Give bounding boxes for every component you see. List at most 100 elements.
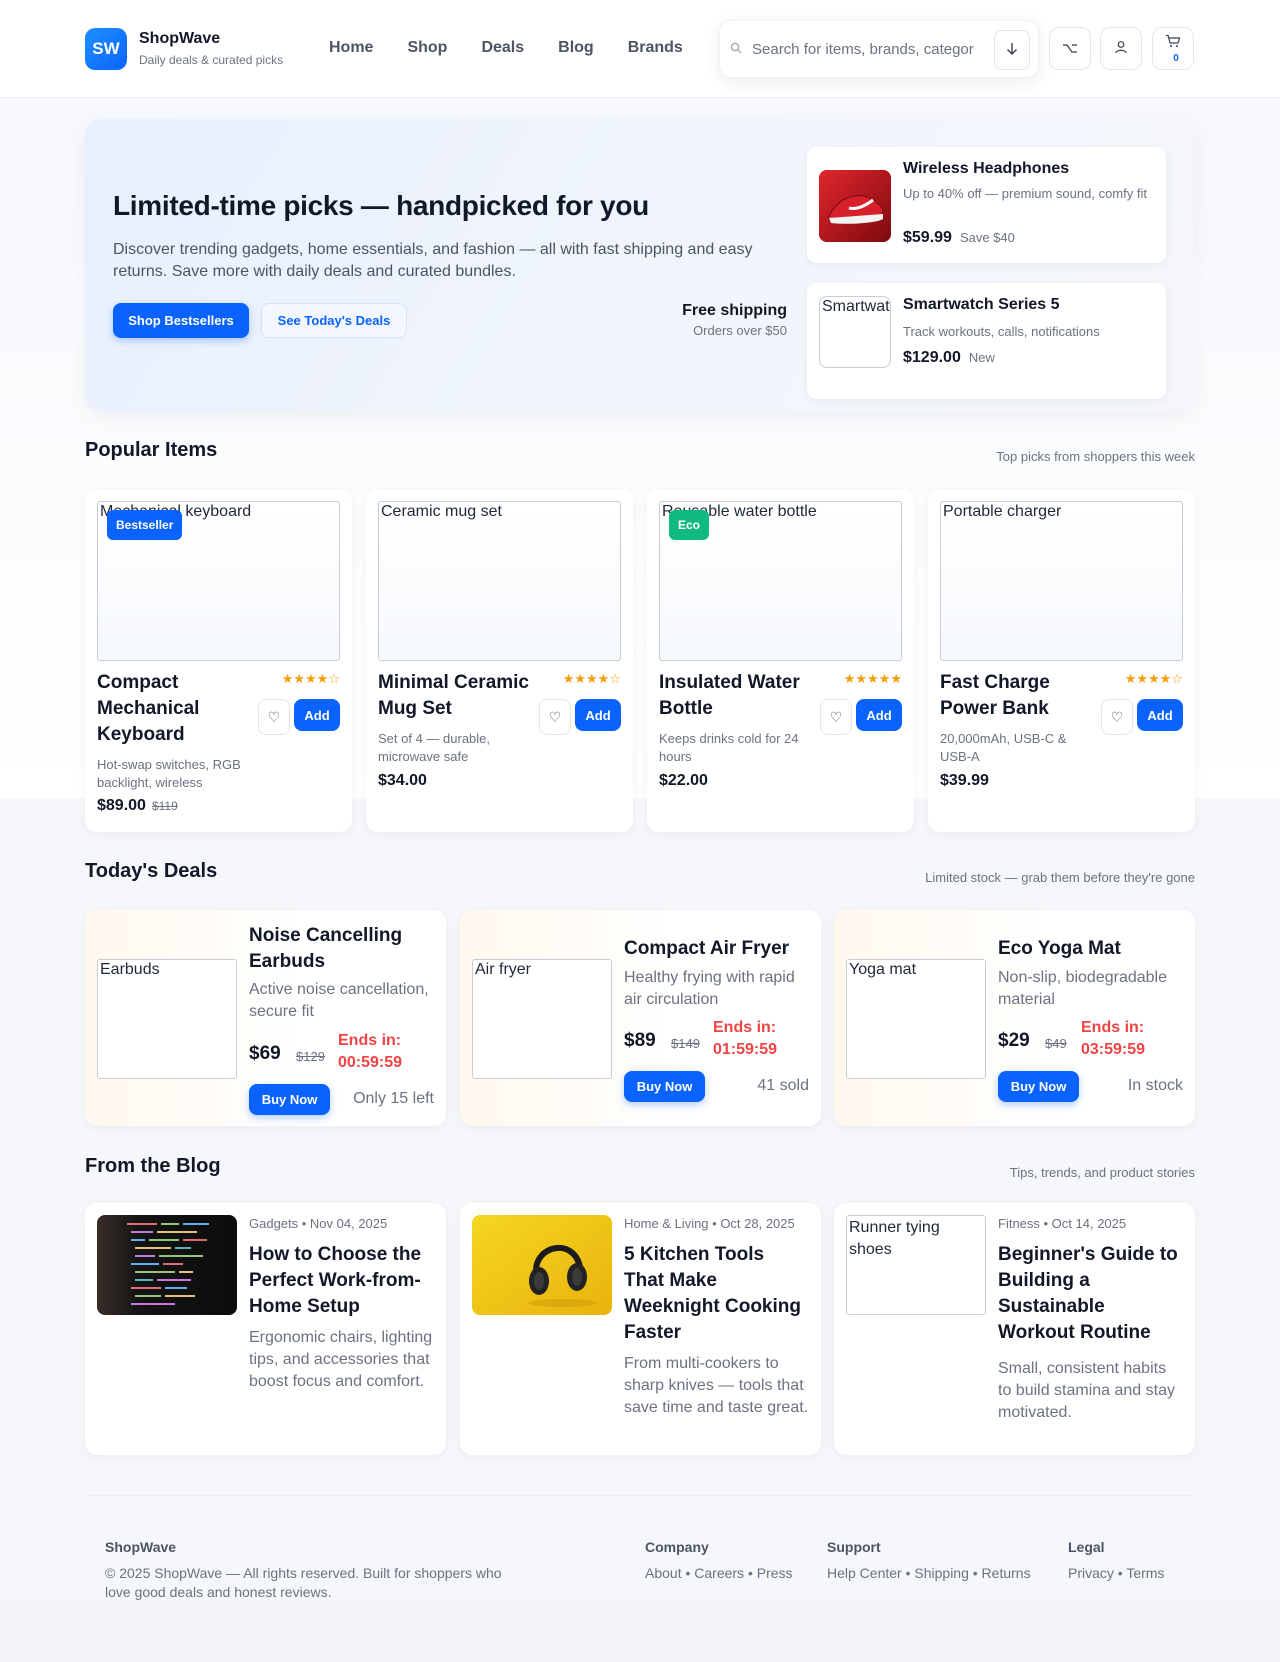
product-name[interactable]: Insulated Water Bottle: [659, 670, 819, 722]
option-icon: [1062, 41, 1078, 57]
blog-title[interactable]: 5 Kitchen Tools That Make Weeknight Cook…: [624, 1242, 809, 1346]
account-button[interactable]: [1100, 27, 1142, 70]
blog-meta: Gadgets • Nov 04, 2025: [249, 1216, 388, 1231]
product-name[interactable]: Compact Mechanical Keyboard: [97, 670, 257, 748]
deal-title[interactable]: Compact Air Fryer: [624, 936, 809, 962]
footer-copyright: © 2025 ShopWave — All rights reserved. B…: [105, 1565, 502, 1600]
footer-brand: ShopWave: [105, 1539, 177, 1555]
blog-section-title: From the Blog: [85, 1155, 221, 1177]
logo[interactable]: SW: [85, 28, 127, 70]
promo-price: $129.00: [903, 349, 961, 366]
footer-links[interactable]: Privacy • Terms: [1068, 1565, 1164, 1581]
nav-shop[interactable]: Shop: [407, 39, 447, 57]
deal-price: $29: [998, 1030, 1030, 1051]
countdown-label: Ends in:: [713, 1019, 777, 1036]
add-to-cart-button[interactable]: Add: [575, 699, 621, 731]
deal-countdown: Ends in: 00:59:59: [338, 1030, 402, 1074]
deal-title[interactable]: Eco Yoga Mat: [998, 936, 1183, 962]
sneaker-image: [819, 170, 891, 242]
deals-section-title: Today's Deals: [85, 860, 218, 882]
nav-blog[interactable]: Blog: [558, 39, 594, 57]
stock-status: In stock: [1127, 1077, 1183, 1094]
add-to-cart-button[interactable]: Add: [856, 699, 902, 731]
buy-now-button[interactable]: Buy Now: [998, 1071, 1079, 1102]
promo-card[interactable]: Smartwatch Smartwatch Series 5 Track wor…: [807, 283, 1166, 399]
see-deals-button[interactable]: See Today's Deals: [261, 303, 407, 338]
headphones-image: [472, 1215, 612, 1315]
product-card[interactable]: Ceramic mug set Minimal Ceramic Mug Set …: [366, 489, 633, 832]
product-card[interactable]: Reusable water bottle Eco Insulated Wate…: [647, 489, 914, 832]
product-description: 20,000mAh, USB-C & USB-A: [940, 731, 1067, 764]
wishlist-button[interactable]: ♡: [258, 699, 290, 735]
add-to-cart-button[interactable]: Add: [1137, 699, 1183, 731]
stock-status: 41 sold: [757, 1077, 809, 1094]
blog-description: Small, consistent habits to build stamin…: [998, 1360, 1175, 1421]
hero-title: Limited-time picks — handpicked for you: [113, 190, 649, 221]
blog-card[interactable]: Gadgets • Nov 04, 2025 How to Choose the…: [85, 1203, 446, 1455]
blog-title[interactable]: How to Choose the Perfect Work-from-Home…: [249, 1242, 434, 1320]
wishlist-button[interactable]: ♡: [820, 699, 852, 735]
wishlist-button[interactable]: ♡: [539, 699, 571, 735]
product-description: Hot-swap switches, RGB backlight, wirele…: [97, 757, 241, 790]
promo-title: Smartwatch Series 5: [903, 296, 1060, 313]
product-card[interactable]: Mechanical keyboard Bestseller Compact M…: [85, 489, 352, 832]
product-price: $39.99: [940, 772, 989, 789]
product-description: Keeps drinks cold for 24 hours: [659, 731, 799, 764]
buy-now-button[interactable]: Buy Now: [249, 1084, 330, 1115]
deal-description: Non-slip, biodegradable material: [998, 969, 1167, 1008]
deal-description: Active noise cancellation, secure fit: [249, 981, 429, 1020]
search-submit-button[interactable]: [994, 30, 1030, 70]
blog-card[interactable]: Home & Living • Oct 28, 2025 5 Kitchen T…: [460, 1203, 821, 1455]
nav-home[interactable]: Home: [329, 39, 373, 57]
deal-image: Air fryer: [472, 959, 612, 1079]
promo-description: Up to 40% off — premium sound, comfy fit: [903, 186, 1147, 201]
deal-countdown: Ends in: 03:59:59: [1081, 1017, 1145, 1061]
deal-title[interactable]: Noise Cancelling Earbuds: [249, 923, 434, 975]
product-name[interactable]: Minimal Ceramic Mug Set: [378, 670, 538, 722]
buy-now-button[interactable]: Buy Now: [624, 1071, 705, 1102]
heart-icon: ♡: [1110, 708, 1124, 725]
free-shipping-title: Free shipping: [682, 302, 787, 319]
deal-card[interactable]: Earbuds Noise Cancelling Earbuds Active …: [85, 910, 446, 1126]
theme-toggle-button[interactable]: [1049, 27, 1091, 70]
deal-card[interactable]: Yoga mat Eco Yoga Mat Non-slip, biodegra…: [834, 910, 1195, 1126]
brand-tagline: Daily deals & curated picks: [139, 53, 284, 67]
nav-deals[interactable]: Deals: [481, 39, 524, 57]
footer-links[interactable]: About • Careers • Press: [645, 1565, 793, 1581]
brand-name[interactable]: ShopWave: [139, 30, 220, 48]
product-name[interactable]: Fast Charge Power Bank: [940, 670, 1100, 722]
blog-description: From multi-cookers to sharp knives — too…: [624, 1355, 809, 1416]
heart-icon: ♡: [829, 708, 843, 725]
deal-card[interactable]: Air fryer Compact Air Fryer Healthy fryi…: [460, 910, 821, 1126]
deals-section-subtitle: Limited stock — grab them before they're…: [925, 870, 1195, 885]
countdown-label: Ends in:: [338, 1032, 402, 1049]
blog-card[interactable]: Runner tying shoes Fitness • Oct 14, 202…: [834, 1203, 1195, 1455]
wishlist-button[interactable]: ♡: [1101, 699, 1133, 735]
stock-status: Only 15 left: [353, 1090, 434, 1107]
hero-subtitle: Discover trending gadgets, home essentia…: [113, 241, 753, 280]
deal-description: Healthy frying with rapid air circulatio…: [624, 969, 795, 1008]
popular-section-title: Popular Items: [85, 439, 218, 461]
promo-note: Save $40: [959, 230, 1015, 245]
countdown-time: 03:59:59: [1081, 1041, 1146, 1058]
deal-price: $89: [624, 1030, 656, 1051]
footer-heading: Legal: [1068, 1539, 1105, 1555]
site-header: SW ShopWave Daily deals & curated picks …: [0, 0, 1280, 98]
nav-brands[interactable]: Brands: [628, 39, 683, 57]
blog-title[interactable]: Beginner's Guide to Building a Sustainab…: [998, 1242, 1183, 1346]
product-card[interactable]: Portable charger Fast Charge Power Bank …: [928, 489, 1195, 832]
footer-heading: Support: [827, 1539, 881, 1555]
blog-meta: Home & Living • Oct 28, 2025: [624, 1216, 795, 1231]
heart-icon: ♡: [548, 708, 562, 725]
code-screen-image: [97, 1215, 237, 1315]
promo-title: Wireless Headphones: [903, 160, 1070, 177]
search-box: Search for items, brands, categor: [719, 20, 1039, 78]
add-to-cart-button[interactable]: Add: [294, 699, 340, 731]
user-icon: [1114, 40, 1128, 57]
product-image: Ceramic mug set: [378, 501, 621, 661]
shop-bestsellers-button[interactable]: Shop Bestsellers: [113, 303, 249, 338]
promo-card[interactable]: Wireless Headphones Up to 40% off — prem…: [807, 147, 1166, 263]
footer-links[interactable]: Help Center • Shipping • Returns: [827, 1565, 1031, 1581]
product-description: Set of 4 — durable, microwave safe: [378, 731, 491, 764]
search-input[interactable]: Search for items, brands, categor: [752, 41, 977, 58]
